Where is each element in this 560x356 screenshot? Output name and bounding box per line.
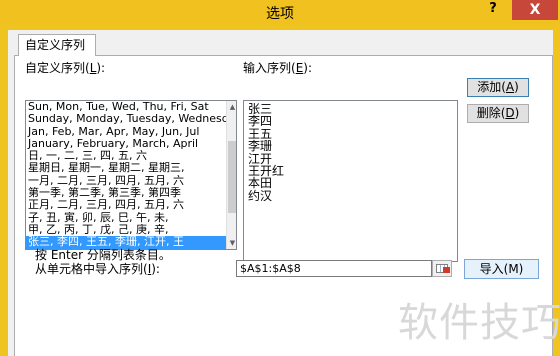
dialog-title: 选项 — [266, 6, 294, 22]
list-entries-label: 输入序列(E): — [243, 61, 313, 75]
delete-button[interactable]: 删除(D) — [467, 104, 529, 123]
list-entries-textarea[interactable]: 张三 李四 王五 李珊 江开 王开红 本田 约汉 — [243, 100, 458, 262]
custom-list-item[interactable]: Jan, Feb, Mar, Apr, May, Jun, Jul — [26, 126, 226, 138]
custom-list-item[interactable]: January, February, March, April — [26, 138, 226, 150]
listbox-scrollbar[interactable]: ▲ ▼ — [226, 101, 236, 249]
list-entry-line: 本田 — [248, 176, 273, 191]
collapse-dialog-icon — [443, 267, 450, 273]
import-range-label: 从单元格中导入序列(I): — [35, 262, 160, 276]
options-dialog: 选项 ? X 自定义序列 自定义序列(L): Sun, Mon, Tue, We… — [0, 0, 560, 356]
custom-lists-listbox[interactable]: Sun, Mon, Tue, Wed, Thu, Fri, Sat Sunday,… — [25, 100, 237, 250]
custom-list-item[interactable]: 一月, 二月, 三月, 四月, 五月, 六 — [26, 175, 226, 187]
custom-list-item[interactable]: 星期日, 星期一, 星期二, 星期三, — [26, 162, 226, 174]
scroll-up-icon[interactable]: ▲ — [227, 101, 236, 113]
list-entry-line: 李四 — [248, 114, 273, 129]
add-button[interactable]: 添加(A) — [467, 78, 529, 97]
list-entry-line: 王五 — [248, 126, 273, 141]
tab-custom-lists[interactable]: 自定义序列 — [18, 34, 96, 56]
watermark: 软件技巧 — [398, 300, 560, 346]
custom-list-item[interactable]: 正月, 二月, 三月, 四月, 五月, 六 — [26, 199, 226, 211]
title-bar: 选项 ? X — [0, 0, 560, 24]
import-range-input[interactable]: $A$1:$A$8 — [236, 260, 432, 277]
close-button[interactable]: X — [512, 0, 558, 20]
help-button[interactable]: ? — [480, 0, 506, 20]
custom-list-item[interactable]: Sun, Mon, Tue, Wed, Thu, Fri, Sat — [26, 101, 226, 113]
custom-list-item[interactable]: 甲, 乙, 丙, 丁, 戊, 己, 庚, 辛, — [26, 224, 226, 236]
scroll-thumb[interactable] — [228, 141, 236, 213]
custom-list-item[interactable]: Sunday, Monday, Tuesday, Wednesday — [26, 113, 226, 125]
custom-list-item[interactable]: 日, 一, 二, 三, 四, 五, 六 — [26, 150, 226, 162]
custom-list-item[interactable]: 第一季, 第二季, 第三季, 第四季 — [26, 187, 226, 199]
custom-lists-label: 自定义序列(L): — [25, 61, 106, 75]
import-button[interactable]: 导入(M) — [464, 259, 539, 279]
list-entry-line: 李珊 — [248, 139, 273, 154]
list-entry-line: 张三 — [248, 102, 273, 116]
list-entry-line: 约汉 — [248, 188, 273, 203]
list-entry-line: 王开红 — [248, 164, 285, 179]
scroll-down-icon[interactable]: ▼ — [227, 237, 236, 249]
custom-list-item[interactable]: 子, 丑, 寅, 卯, 辰, 巳, 午, 未, — [26, 212, 226, 224]
custom-lists-items: Sun, Mon, Tue, Wed, Thu, Fri, Sat Sunday,… — [26, 101, 226, 249]
range-picker-button[interactable] — [432, 260, 452, 277]
